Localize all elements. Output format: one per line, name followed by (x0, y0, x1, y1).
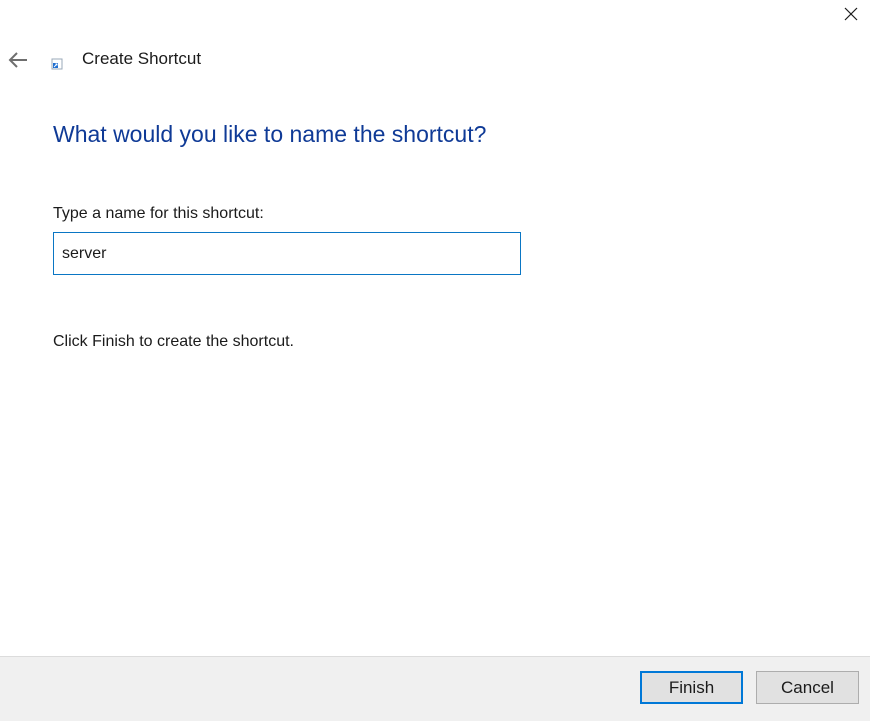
finish-hint-text: Click Finish to create the shortcut. (53, 333, 294, 350)
cancel-button[interactable]: Cancel (756, 671, 859, 704)
shortcut-name-label: Type a name for this shortcut: (53, 205, 264, 222)
dialog-footer: Finish Cancel (0, 656, 870, 721)
close-icon (844, 7, 858, 21)
shortcut-icon (51, 58, 63, 70)
shortcut-name-input[interactable] (53, 232, 521, 275)
dialog-title: Create Shortcut (82, 49, 202, 68)
back-button[interactable] (4, 46, 32, 74)
page-heading: What would you like to name the shortcut… (53, 121, 487, 147)
create-shortcut-dialog: Create Shortcut What would you like to n… (0, 0, 870, 721)
back-arrow-icon (8, 52, 27, 68)
close-button[interactable] (832, 0, 870, 28)
finish-button[interactable]: Finish (640, 671, 743, 704)
